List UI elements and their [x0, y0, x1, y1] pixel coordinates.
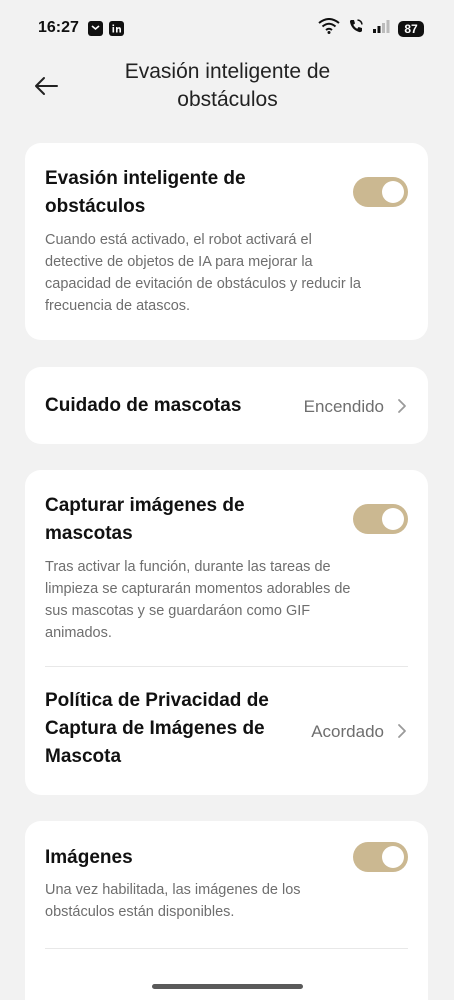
pet-care-title: Cuidado de mascotas — [45, 395, 242, 416]
obstacle-avoidance-card: Evasión inteligente de obstáculos Cuando… — [25, 143, 428, 340]
pet-care-value: Encendido — [303, 397, 384, 416]
status-bar: 16:27 87 — [0, 0, 454, 58]
images-toggle[interactable] — [353, 842, 408, 872]
system-icons: 87 — [318, 18, 424, 39]
pet-capture-description: Tras activar la función, durante las tar… — [45, 559, 351, 641]
chevron-right-icon — [398, 724, 406, 738]
obstacle-avoidance-toggle[interactable] — [353, 177, 408, 207]
linkedin-icon — [109, 21, 124, 36]
pet-privacy-title: Política de Privacidad de Captura de Imá… — [45, 690, 269, 767]
pet-capture-title: Capturar imágenes de mascotas — [45, 495, 245, 544]
chevron-right-icon — [398, 399, 406, 413]
signal-icon — [372, 18, 390, 39]
arrow-left-icon — [35, 77, 58, 95]
pet-privacy-row[interactable]: Política de Privacidad de Captura de Imá… — [25, 667, 428, 795]
images-title: Imágenes — [45, 847, 133, 868]
call-icon — [348, 18, 364, 39]
obstacle-avoidance-title: Evasión inteligente de obstáculos — [45, 168, 246, 217]
page-title: Evasión inteligente de obstáculos — [124, 60, 331, 111]
mail-icon — [88, 21, 103, 36]
pet-capture-card: Capturar imágenes de mascotas Tras activ… — [25, 470, 428, 795]
pet-care-card[interactable]: Cuidado de mascotas Encendido — [25, 367, 428, 444]
back-button[interactable] — [28, 68, 64, 104]
pet-privacy-value: Acordado — [311, 722, 384, 741]
home-indicator[interactable] — [152, 984, 303, 989]
divider — [45, 948, 408, 949]
battery-icon: 87 — [398, 20, 424, 37]
images-description: Una vez habilitada, las imágenes de los … — [45, 882, 301, 920]
wifi-icon — [318, 18, 340, 39]
images-card: Imágenes Una vez habilitada, las imágene… — [25, 821, 428, 1000]
pet-capture-toggle[interactable] — [353, 504, 408, 534]
status-time: 16:27 — [38, 19, 79, 36]
header: Evasión inteligente de obstáculos — [0, 58, 454, 124]
obstacle-avoidance-description: Cuando está activado, el robot activará … — [45, 232, 361, 314]
